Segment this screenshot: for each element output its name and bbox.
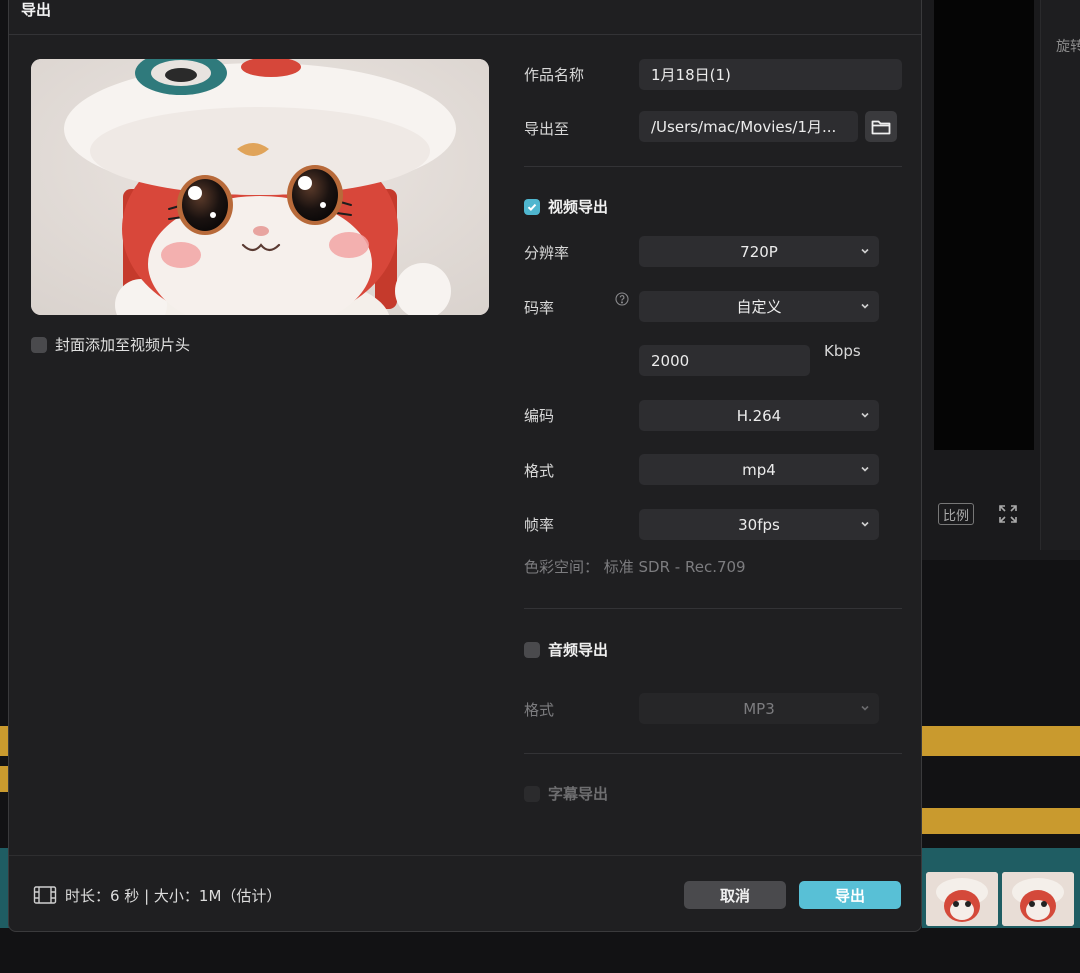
framerate-value: 30fps	[738, 515, 780, 534]
browse-folder-button[interactable]	[865, 111, 897, 142]
export-button[interactable]: 导出	[799, 881, 901, 909]
bitrate-custom-input[interactable]: 2000	[639, 345, 810, 376]
chevron-down-icon	[859, 518, 871, 530]
framerate-select[interactable]: 30fps	[639, 509, 879, 540]
bitrate-select[interactable]: 自定义	[639, 291, 879, 322]
film-icon	[33, 885, 57, 905]
name-input[interactable]: 1月18日(1)	[639, 59, 902, 90]
resolution-select[interactable]: 720P	[639, 236, 879, 267]
audio-export-checkbox[interactable]	[524, 641, 540, 658]
subtitle-export-toggle[interactable]: 字幕导出	[524, 783, 608, 804]
chevron-down-icon	[859, 245, 871, 257]
fullscreen-icon[interactable]	[998, 504, 1018, 524]
divider	[524, 753, 902, 754]
cancel-button[interactable]: 取消	[684, 881, 786, 909]
timeline-thumbnail	[1002, 872, 1074, 926]
chevron-down-icon	[859, 463, 871, 475]
export-to-label: 导出至	[524, 120, 570, 138]
properties-panel	[1040, 0, 1080, 550]
format-value: mp4	[742, 460, 776, 479]
timeline-thumbnail	[926, 872, 998, 926]
dialog-title: 导出	[21, 1, 52, 19]
bitrate-label: 码率	[524, 299, 555, 317]
video-export-checkbox[interactable]	[524, 198, 540, 215]
check-icon	[527, 203, 537, 211]
framerate-label: 帧率	[524, 516, 555, 534]
timeline-track[interactable]	[922, 808, 1080, 834]
codec-value: H.264	[736, 406, 782, 425]
cover-option-label: 封面添加至视频片头	[55, 336, 191, 354]
video-export-toggle[interactable]: 视频导出	[524, 196, 608, 217]
codec-label: 编码	[524, 407, 555, 425]
bitrate-value: 自定义	[736, 298, 782, 316]
color-space-info: 色彩空间： 标准 SDR - Rec.709	[524, 558, 746, 576]
audio-export-toggle[interactable]: 音频导出	[524, 639, 608, 660]
help-icon[interactable]	[615, 292, 629, 306]
ratio-button[interactable]: 比例	[938, 503, 974, 525]
chevron-down-icon	[859, 300, 871, 312]
export-path-input[interactable]: /Users/mac/Movies/1月...	[639, 111, 858, 142]
audio-format-label: 格式	[524, 701, 555, 719]
subtitle-export-label: 字幕导出	[548, 785, 609, 803]
audio-format-select[interactable]: MP3	[639, 693, 879, 724]
resolution-value: 720P	[740, 242, 778, 261]
folder-icon	[871, 120, 891, 134]
video-export-label: 视频导出	[548, 198, 609, 216]
chevron-down-icon	[859, 702, 871, 714]
export-summary: 时长：6 秒 | 大小：1M（估计）	[65, 887, 282, 905]
cover-preview-image[interactable]	[31, 59, 489, 315]
codec-select[interactable]: H.264	[639, 400, 879, 431]
divider	[524, 166, 902, 167]
player-canvas	[934, 0, 1034, 450]
audio-format-value: MP3	[743, 699, 775, 718]
cover-option[interactable]: 封面添加至视频片头	[31, 334, 190, 355]
player-panel	[922, 0, 1080, 560]
format-select[interactable]: mp4	[639, 454, 879, 485]
divider	[9, 34, 921, 35]
audio-export-label: 音频导出	[548, 641, 609, 659]
chevron-down-icon	[859, 409, 871, 421]
cover-checkbox[interactable]	[31, 336, 47, 353]
resolution-label: 分辨率	[524, 244, 570, 262]
export-dialog: 导出 封面添加至视频片头 作品名称 1月18日(1) 导出至 /Users/ma…	[8, 0, 922, 932]
subtitle-export-checkbox[interactable]	[524, 785, 540, 802]
divider	[524, 608, 902, 609]
rotate-label: 旋转	[1056, 39, 1080, 55]
divider	[9, 855, 921, 856]
timeline-track[interactable]	[922, 726, 1080, 756]
bitrate-unit: Kbps	[824, 342, 861, 360]
name-label: 作品名称	[524, 66, 585, 84]
format-label: 格式	[524, 462, 555, 480]
